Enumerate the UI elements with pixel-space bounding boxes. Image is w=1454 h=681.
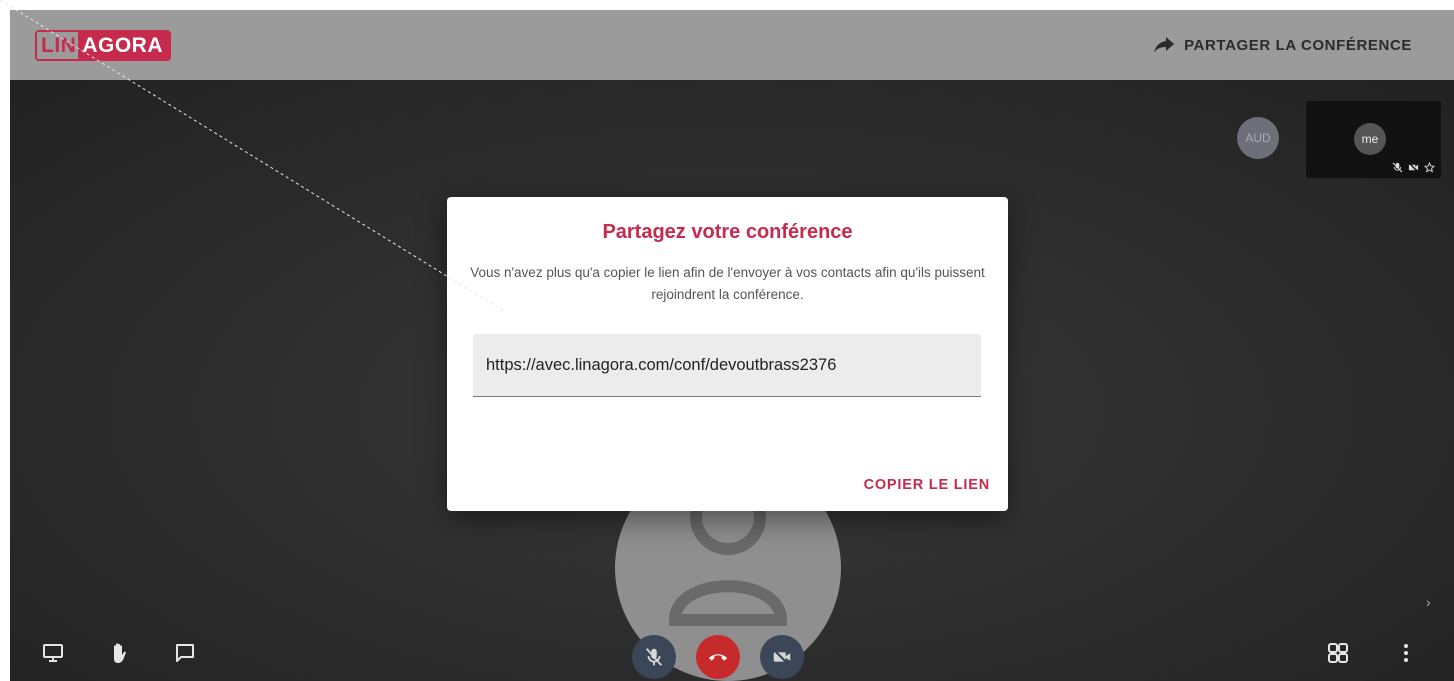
share-conference-button[interactable]: PARTAGER LA CONFÉRENCE <box>1154 32 1412 58</box>
participant-initials: AUD <box>1245 131 1271 145</box>
star-icon <box>1424 162 1435 173</box>
local-video-thumbnail[interactable]: me <box>1306 101 1441 178</box>
header-bar: LIN AGORA PARTAGER LA CONFÉRENCE <box>10 10 1454 80</box>
chat-button[interactable] <box>170 638 200 668</box>
toolbar-left <box>38 638 200 668</box>
toolbar-right <box>1323 638 1421 668</box>
mic-off-icon <box>1392 162 1403 173</box>
camera-off-icon <box>1408 162 1419 173</box>
share-dialog: Partagez votre conférence Vous n'avez pl… <box>447 197 1008 511</box>
linagora-logo[interactable]: LIN AGORA <box>35 30 171 61</box>
logo-text-lin: LIN <box>37 32 79 59</box>
local-avatar-label: me <box>1361 132 1379 146</box>
call-controls <box>632 635 804 679</box>
copy-link-button[interactable]: COPIER LE LIEN <box>864 477 990 493</box>
camera-off-icon <box>772 648 791 667</box>
more-vertical-icon <box>1404 644 1408 662</box>
hangup-button[interactable] <box>696 635 740 679</box>
raise-hand-icon <box>114 643 126 663</box>
mic-off-icon <box>645 648 663 666</box>
dialog-title: Partagez votre conférence <box>602 221 853 243</box>
toggle-camera-button[interactable] <box>760 635 804 679</box>
conference-link-input[interactable] <box>486 355 968 375</box>
chevron-right-icon[interactable]: › <box>1426 594 1431 610</box>
conference-link-field[interactable] <box>473 334 981 397</box>
participant-avatar-aud[interactable]: AUD <box>1237 117 1279 159</box>
local-avatar: me <box>1354 123 1386 155</box>
share-conference-label: PARTAGER LA CONFÉRENCE <box>1184 36 1412 54</box>
conference-app: LIN AGORA PARTAGER LA CONFÉRENCE AUD me … <box>10 10 1454 681</box>
local-status-icons <box>1392 162 1435 173</box>
dialog-description: Vous n'avez plus qu'a copier le lien afi… <box>470 265 985 302</box>
hangup-icon <box>708 654 728 661</box>
raise-hand-button[interactable] <box>104 638 134 668</box>
more-options-button[interactable] <box>1391 638 1421 668</box>
chat-icon <box>176 644 194 662</box>
grid-view-icon <box>1328 643 1348 663</box>
toggle-mic-button[interactable] <box>632 635 676 679</box>
screen-share-button[interactable] <box>38 638 68 668</box>
share-arrow-icon <box>1154 37 1175 53</box>
logo-text-agora: AGORA <box>78 32 169 59</box>
grid-view-button[interactable] <box>1323 638 1353 668</box>
screen-share-icon <box>43 644 63 662</box>
